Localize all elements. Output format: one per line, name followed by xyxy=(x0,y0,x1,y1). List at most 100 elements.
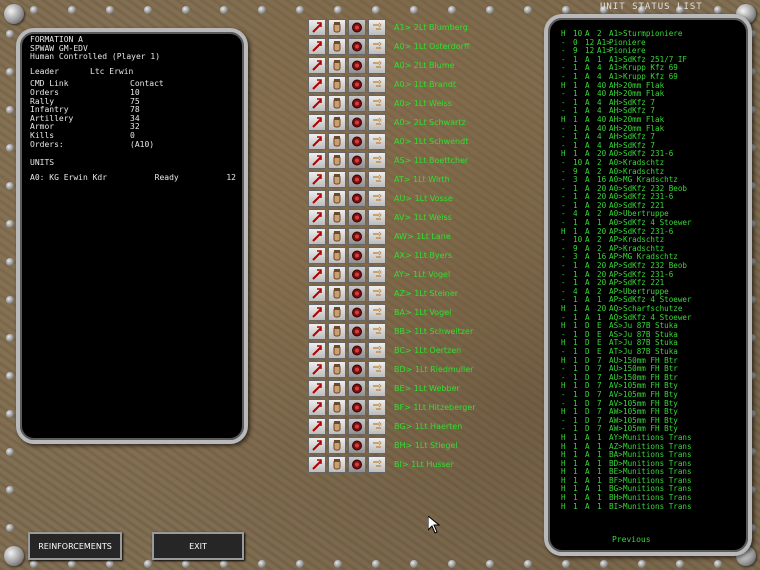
soldier-icon[interactable] xyxy=(328,113,346,131)
arrow-icon[interactable] xyxy=(368,18,386,36)
soldier-icon[interactable] xyxy=(328,398,346,416)
move-order-icon[interactable] xyxy=(308,246,326,264)
arrow-icon[interactable] xyxy=(368,398,386,416)
target-icon[interactable] xyxy=(348,284,366,302)
move-order-icon[interactable] xyxy=(308,94,326,112)
move-order-icon[interactable] xyxy=(308,170,326,188)
soldier-icon[interactable] xyxy=(328,265,346,283)
move-order-icon[interactable] xyxy=(308,341,326,359)
target-icon[interactable] xyxy=(348,94,366,112)
formation-row[interactable]: BB> 1Lt Schweitzer xyxy=(308,322,548,340)
soldier-icon[interactable] xyxy=(328,56,346,74)
formation-row[interactable]: AX> 1Lt Byers xyxy=(308,246,548,264)
soldier-icon[interactable] xyxy=(328,417,346,435)
soldier-icon[interactable] xyxy=(328,208,346,226)
formation-row[interactable]: BG> 1Lt Haerten xyxy=(308,417,548,435)
arrow-icon[interactable] xyxy=(368,132,386,150)
arrow-icon[interactable] xyxy=(368,151,386,169)
formation-row[interactable]: AW> 1Lt Lane xyxy=(308,227,548,245)
unit-row[interactable]: A0: KG Erwin Kdr Ready 12 xyxy=(30,173,236,183)
target-icon[interactable] xyxy=(348,113,366,131)
previous-button[interactable]: Previous xyxy=(612,535,651,544)
move-order-icon[interactable] xyxy=(308,303,326,321)
move-order-icon[interactable] xyxy=(308,379,326,397)
target-icon[interactable] xyxy=(348,455,366,473)
soldier-icon[interactable] xyxy=(328,132,346,150)
move-order-icon[interactable] xyxy=(308,398,326,416)
arrow-icon[interactable] xyxy=(368,75,386,93)
target-icon[interactable] xyxy=(348,398,366,416)
arrow-icon[interactable] xyxy=(368,379,386,397)
soldier-icon[interactable] xyxy=(328,18,346,36)
target-icon[interactable] xyxy=(348,227,366,245)
arrow-icon[interactable] xyxy=(368,189,386,207)
arrow-icon[interactable] xyxy=(368,436,386,454)
target-icon[interactable] xyxy=(348,265,366,283)
arrow-icon[interactable] xyxy=(368,303,386,321)
formation-row[interactable]: AT> 1Lt Wirth xyxy=(308,170,548,188)
arrow-icon[interactable] xyxy=(368,208,386,226)
formation-row[interactable]: BD> 1Lt Riedmuller xyxy=(308,360,548,378)
arrow-icon[interactable] xyxy=(368,322,386,340)
move-order-icon[interactable] xyxy=(308,360,326,378)
formation-row[interactable]: AU> 1Lt Vosse xyxy=(308,189,548,207)
target-icon[interactable] xyxy=(348,303,366,321)
arrow-icon[interactable] xyxy=(368,360,386,378)
move-order-icon[interactable] xyxy=(308,132,326,150)
formation-row[interactable]: BF> 1Lt Hitzeberger xyxy=(308,398,548,416)
target-icon[interactable] xyxy=(348,417,366,435)
formation-row[interactable]: BA> 1Lt Vogel xyxy=(308,303,548,321)
soldier-icon[interactable] xyxy=(328,322,346,340)
move-order-icon[interactable] xyxy=(308,56,326,74)
formation-row[interactable]: A1> 2Lt Blumberg xyxy=(308,18,548,36)
soldier-icon[interactable] xyxy=(328,246,346,264)
arrow-icon[interactable] xyxy=(368,37,386,55)
formation-row[interactable]: A0> 1Lt Weiss xyxy=(308,94,548,112)
move-order-icon[interactable] xyxy=(308,151,326,169)
target-icon[interactable] xyxy=(348,379,366,397)
arrow-icon[interactable] xyxy=(368,94,386,112)
soldier-icon[interactable] xyxy=(328,436,346,454)
target-icon[interactable] xyxy=(348,132,366,150)
target-icon[interactable] xyxy=(348,170,366,188)
move-order-icon[interactable] xyxy=(308,18,326,36)
target-icon[interactable] xyxy=(348,246,366,264)
formation-row[interactable]: BI> 1Lt Husser xyxy=(308,455,548,473)
formation-row[interactable]: AY> 1Lt Vogel xyxy=(308,265,548,283)
soldier-icon[interactable] xyxy=(328,284,346,302)
arrow-icon[interactable] xyxy=(368,417,386,435)
arrow-icon[interactable] xyxy=(368,246,386,264)
target-icon[interactable] xyxy=(348,322,366,340)
formation-row[interactable]: A0> 1Lt Brandt xyxy=(308,75,548,93)
target-icon[interactable] xyxy=(348,151,366,169)
status-row[interactable]: H 1 A 1 BI> Munitions Trans xyxy=(561,502,741,512)
target-icon[interactable] xyxy=(348,208,366,226)
formation-row[interactable]: A0> 1Lt Osterdorff xyxy=(308,37,548,55)
soldier-icon[interactable] xyxy=(328,75,346,93)
formation-row[interactable]: AS> 1Lt Boettcher xyxy=(308,151,548,169)
arrow-icon[interactable] xyxy=(368,170,386,188)
target-icon[interactable] xyxy=(348,341,366,359)
arrow-icon[interactable] xyxy=(368,455,386,473)
exit-button[interactable]: EXIT xyxy=(152,532,244,560)
formation-row[interactable]: AZ> 1Lt Steiner xyxy=(308,284,548,302)
soldier-icon[interactable] xyxy=(328,170,346,188)
target-icon[interactable] xyxy=(348,37,366,55)
target-icon[interactable] xyxy=(348,56,366,74)
move-order-icon[interactable] xyxy=(308,75,326,93)
move-order-icon[interactable] xyxy=(308,189,326,207)
target-icon[interactable] xyxy=(348,189,366,207)
reinforcements-button[interactable]: REINFORCEMENTS xyxy=(28,532,122,560)
target-icon[interactable] xyxy=(348,360,366,378)
formation-row[interactable]: BE> 1Lt Webber xyxy=(308,379,548,397)
formation-row[interactable]: A0> 2Lt Schwartz xyxy=(308,113,548,131)
soldier-icon[interactable] xyxy=(328,151,346,169)
arrow-icon[interactable] xyxy=(368,341,386,359)
move-order-icon[interactable] xyxy=(308,322,326,340)
formation-row[interactable]: BC> 1Lt Oertzen xyxy=(308,341,548,359)
soldier-icon[interactable] xyxy=(328,341,346,359)
formation-row[interactable]: A0> 2Lt Blume xyxy=(308,56,548,74)
move-order-icon[interactable] xyxy=(308,284,326,302)
arrow-icon[interactable] xyxy=(368,113,386,131)
soldier-icon[interactable] xyxy=(328,360,346,378)
